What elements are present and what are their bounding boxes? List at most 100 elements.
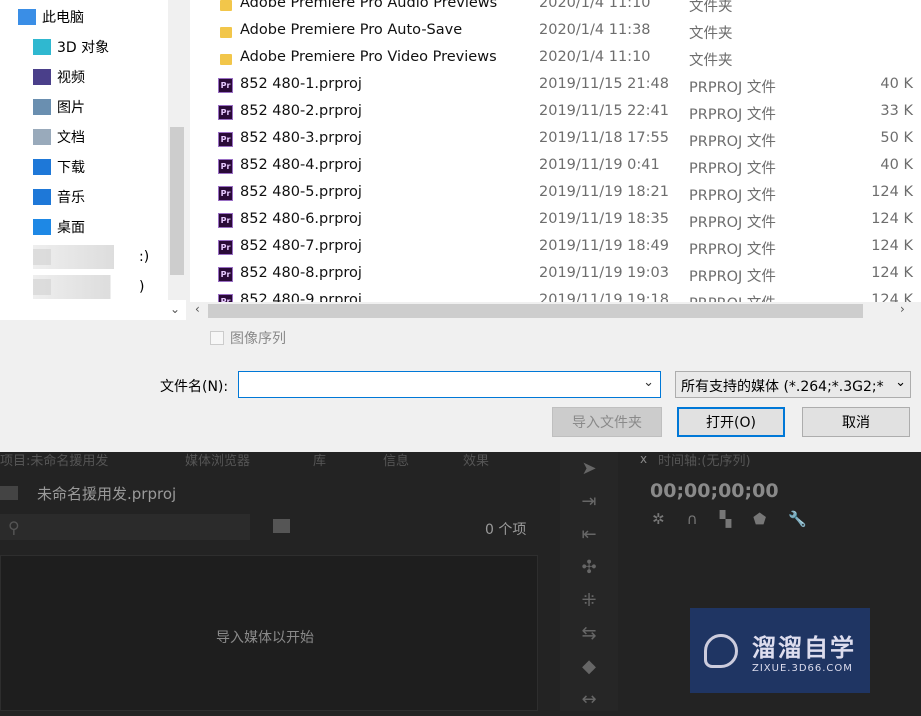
nav-item[interactable]: 此电脑 — [18, 5, 84, 29]
premiere-workspace: 项目:未命名援用发 媒体浏览器 库 信息 效果 未命名援用发.prproj ⚲ 0 个项… — [0, 452, 921, 711]
file-type-filter[interactable]: 所有支持的媒体 (*.264;*.3G2;* ⌄ — [675, 371, 911, 398]
open-button[interactable]: 打开(O) — [677, 407, 785, 437]
nav-item[interactable]: 文档 — [33, 125, 85, 149]
timeline-close-icon[interactable]: x — [640, 452, 647, 466]
premiere-file-icon: Pr — [218, 213, 233, 228]
wrench-icon[interactable]: 🔧 — [788, 510, 807, 528]
nav-item-label: 视频 — [57, 70, 85, 86]
folder-icon — [0, 486, 18, 500]
nav-item-label: 文档 — [57, 130, 85, 146]
panel-tab[interactable]: 项目:未命名援用发 — [0, 450, 108, 469]
file-type: PRPROJ 文件 — [689, 242, 776, 258]
chevron-down-icon: ⌄ — [895, 375, 906, 390]
scroll-left[interactable]: ‹ — [195, 302, 200, 316]
file-row[interactable]: Pr 852 480-5.prproj 2019/11/19 18:21 PRP… — [190, 180, 921, 207]
nav-item[interactable]: 图片 — [33, 95, 85, 119]
snap-magnet-icon[interactable]: ∩ — [687, 510, 698, 528]
file-name: 852 480-6.prproj — [240, 211, 362, 227]
timeline-tab[interactable]: 时间轴:(无序列) — [658, 450, 751, 469]
cancel-button[interactable]: 取消 — [802, 407, 910, 437]
file-row[interactable]: Adobe Premiere Pro Auto-Save 2020/1/4 11… — [190, 18, 921, 45]
file-row[interactable]: Pr 852 480-8.prproj 2019/11/19 19:03 PRP… — [190, 261, 921, 288]
file-date: 2020/1/4 11:10 — [539, 0, 651, 11]
file-row[interactable]: Pr 852 480-7.prproj 2019/11/19 18:49 PRP… — [190, 234, 921, 261]
desktop-icon — [33, 219, 51, 235]
search-icon: ⚲ — [8, 518, 20, 537]
file-row[interactable]: Pr 852 480-4.prproj 2019/11/19 0:41 PRPR… — [190, 153, 921, 180]
nest-icon[interactable]: ✲ — [652, 510, 665, 528]
file-name: Adobe Premiere Pro Audio Previews — [240, 0, 498, 11]
chevron-down-icon[interactable]: ⌄ — [643, 375, 654, 390]
panel-tab[interactable]: 信息 — [383, 450, 409, 469]
nav-item[interactable]: 下载 — [33, 155, 85, 179]
file-date: 2019/11/19 19:03 — [539, 265, 669, 281]
file-name: 852 480-4.prproj — [240, 157, 362, 173]
file-date: 2020/1/4 11:38 — [539, 22, 651, 38]
premiere-file-icon: Pr — [218, 267, 233, 282]
file-row[interactable]: Pr 852 480-3.prproj 2019/11/18 17:55 PRP… — [190, 126, 921, 153]
find-icon[interactable] — [273, 519, 290, 533]
slip-tool-icon[interactable]: ⁜ — [560, 584, 618, 617]
rolling-edit-tool-icon[interactable]: ✣ — [560, 551, 618, 584]
import-folder-button[interactable]: 导入文件夹 — [552, 407, 662, 437]
timeline-toolbar: ✲ ∩ ▚ ⬟ 🔧 — [652, 510, 807, 528]
file-row[interactable]: Adobe Premiere Pro Audio Previews 2020/1… — [190, 0, 921, 18]
file-type: 文件夹 — [689, 53, 733, 69]
hand-tool-icon[interactable]: ↔ — [560, 683, 618, 716]
nav-item[interactable]: :) — [33, 245, 150, 269]
nav-item[interactable]: 3D 对象 — [33, 35, 109, 59]
nav-item[interactable]: 桌面 — [33, 215, 85, 239]
file-type: 文件夹 — [689, 26, 733, 42]
file-type: 文件夹 — [689, 0, 733, 15]
nav-scrollbar-thumb[interactable] — [170, 127, 184, 275]
cube-icon — [33, 39, 51, 55]
nav-item-label: 桌面 — [57, 220, 85, 236]
file-size: 124 K — [871, 211, 913, 227]
empty-hint: 导入媒体以开始 — [216, 630, 314, 646]
file-row[interactable]: Pr 852 480-9.prproj 2019/11/19 19:18 PRP… — [190, 288, 921, 302]
panel-tab[interactable]: 库 — [313, 450, 326, 469]
file-type: PRPROJ 文件 — [689, 215, 776, 231]
scroll-right[interactable]: › — [900, 302, 905, 316]
file-date: 2020/1/4 11:10 — [539, 49, 651, 65]
file-type: PRPROJ 文件 — [689, 80, 776, 96]
image-sequence-checkbox[interactable] — [210, 331, 224, 345]
file-date: 2019/11/18 17:55 — [539, 130, 669, 146]
marker-icon[interactable]: ⬟ — [753, 510, 766, 528]
razor-tool-icon[interactable]: ◆ — [560, 650, 618, 683]
file-name: 852 480-8.prproj — [240, 265, 362, 281]
file-name: 852 480-9.prproj — [240, 292, 362, 302]
nav-item-label: 此电脑 — [42, 10, 84, 26]
project-search[interactable]: ⚲ — [0, 514, 250, 540]
file-row[interactable]: Adobe Premiere Pro Video Previews 2020/1… — [190, 45, 921, 72]
image-sequence-label: 图像序列 — [230, 331, 286, 347]
slide-tool-icon[interactable]: ⇆ — [560, 617, 618, 650]
panel-tab[interactable]: 媒体浏览器 — [185, 450, 250, 469]
timecode[interactable]: 00;00;00;00 — [650, 480, 779, 502]
filter-value: 所有支持的媒体 (*.264;*.3G2;* — [681, 379, 884, 395]
file-row[interactable]: Pr 852 480-6.prproj 2019/11/19 18:35 PRP… — [190, 207, 921, 234]
selection-tool-icon[interactable]: ➤ — [560, 452, 618, 485]
file-type: PRPROJ 文件 — [689, 292, 776, 302]
nav-scroll-down[interactable]: ⌄ — [170, 302, 180, 316]
video-icon — [33, 69, 51, 85]
file-name: Adobe Premiere Pro Auto-Save — [240, 22, 463, 38]
nav-item[interactable]: 音乐 — [33, 185, 85, 209]
panel-tab[interactable]: 效果 — [463, 450, 489, 469]
track-select-tool-icon[interactable]: ⇥ — [560, 485, 618, 518]
nav-item[interactable]: ) — [33, 275, 145, 299]
premiere-file-icon: Pr — [218, 294, 233, 302]
nav-item-label: 图片 — [57, 100, 85, 116]
nav-item[interactable]: 视频 — [33, 65, 85, 89]
file-type: PRPROJ 文件 — [689, 269, 776, 285]
item-count: 0 个项 — [485, 522, 527, 538]
horizontal-scrollbar-thumb[interactable] — [208, 304, 863, 318]
linked-selection-icon[interactable]: ▚ — [720, 510, 732, 528]
file-row[interactable]: Pr 852 480-1.prproj 2019/11/15 21:48 PRP… — [190, 72, 921, 99]
nav-item-label: :) — [139, 249, 150, 265]
tools-panel: ➤ ⇥ ⇤ ✣ ⁜ ⇆ ◆ ↔ — [560, 452, 618, 711]
filename-input[interactable]: ⌄ — [238, 371, 661, 398]
ripple-edit-tool-icon[interactable]: ⇤ — [560, 518, 618, 551]
folder-icon — [220, 54, 232, 65]
file-row[interactable]: Pr 852 480-2.prproj 2019/11/15 22:41 PRP… — [190, 99, 921, 126]
